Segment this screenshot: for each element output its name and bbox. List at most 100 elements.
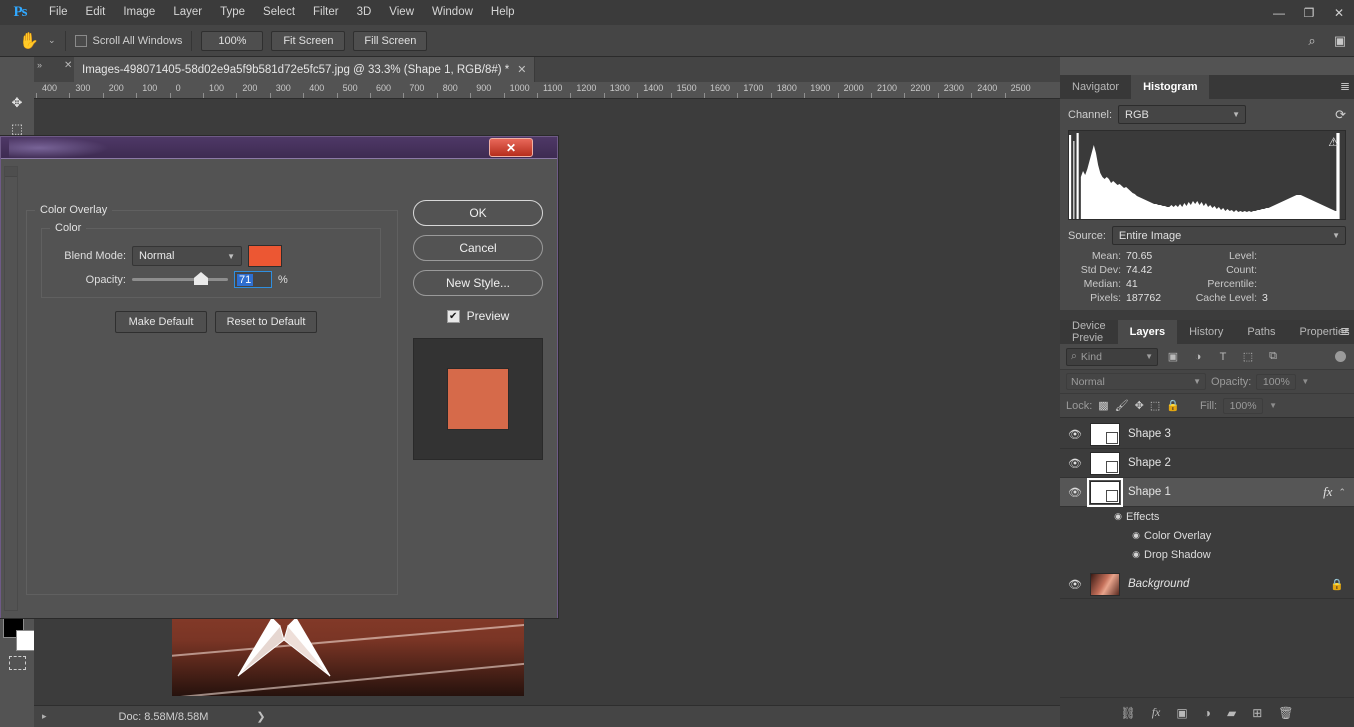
scroll-up-arrow[interactable] [5,167,17,177]
layer-name[interactable]: Shape 1 [1128,486,1171,498]
tab-history[interactable]: History [1177,320,1236,344]
effects-group[interactable]: ◉ Effects [1060,507,1354,526]
lock-icon[interactable]: 🔒 [1330,578,1354,591]
tool-preset-chevron-down-icon[interactable]: ⌄ [48,35,56,46]
effect-name-color-overlay[interactable]: Color Overlay [1144,530,1211,542]
warning-icon[interactable]: ⚠ [1328,135,1339,149]
menu-edit[interactable]: Edit [77,0,115,25]
lock-artboard-icon[interactable]: ⬚ [1150,399,1160,412]
menu-help[interactable]: Help [482,0,524,25]
type-filter-icon[interactable]: T [1213,348,1233,366]
close-button[interactable]: ✕ [1324,0,1354,25]
opacity-slider[interactable] [132,272,228,285]
status-chevron-icon[interactable]: ❯ [256,710,265,723]
chevron-down-icon[interactable]: ▼ [1301,377,1309,386]
chevron-down-icon[interactable]: ▼ [1269,401,1277,410]
new-layer-icon[interactable]: ⊞ [1252,706,1262,720]
lock-image-icon[interactable]: 🖌 [1115,399,1129,412]
scroll-all-windows-checkbox[interactable]: Scroll All Windows [74,34,182,47]
layer-visibility-icon[interactable]: 👁 [1060,457,1090,470]
horizontal-ruler[interactable]: 400 300 200 100 0 100 200 300 400 500 600 700 800 900… [34,82,1060,99]
new-style-button[interactable]: New Style... [413,270,543,296]
menu-filter[interactable]: Filter [304,0,348,25]
color-swatch[interactable] [248,245,282,267]
list-item[interactable]: ◉ Drop Shadow [1060,545,1354,564]
search-icon[interactable]: ⌕ [1298,28,1326,53]
layer-thumbnail[interactable] [1090,422,1120,446]
layer-visibility-icon[interactable]: 👁 [1060,578,1090,591]
zoom-100-button[interactable]: 100% [201,30,264,51]
menu-view[interactable]: View [380,0,423,25]
fit-screen-button[interactable]: Fit Screen [271,30,346,51]
menu-window[interactable]: Window [423,0,482,25]
layer-kind-filter[interactable]: ⌕ Kind ▼ [1066,347,1158,366]
lock-transparent-icon[interactable]: ▩ [1098,399,1108,412]
table-row[interactable]: 👁 Shape 2 [1060,449,1354,478]
layer-opacity-field[interactable]: 100% [1256,373,1297,390]
hand-tool-icon[interactable]: ✋ [12,26,46,56]
layer-blend-mode-select[interactable]: Normal ▼ [1066,373,1206,390]
checkbox-box[interactable] [74,34,87,47]
pixel-filter-icon[interactable]: ▣ [1163,348,1183,366]
lock-position-icon[interactable]: ✥ [1135,399,1144,412]
layer-fill-field[interactable]: 100% [1223,397,1264,414]
cancel-button[interactable]: Cancel [413,235,543,261]
tab-device-preview[interactable]: Device Previe [1060,320,1118,344]
link-layers-icon[interactable]: ⛓ [1120,706,1135,720]
delete-layer-icon[interactable]: 🗑 [1278,706,1293,720]
list-item[interactable]: ◉ Color Overlay [1060,526,1354,545]
slider-handle[interactable] [194,272,208,285]
effect-visibility-icon[interactable]: ◉ [1128,530,1144,541]
minimize-button[interactable]: — [1264,0,1294,25]
tab-histogram[interactable]: Histogram [1131,75,1210,99]
channel-select[interactable]: RGB ▼ [1118,105,1247,124]
shape-filter-icon[interactable]: ⬚ [1238,348,1258,366]
menu-image[interactable]: Image [114,0,164,25]
close-panel-icon[interactable]: ✕ [64,60,72,71]
dialog-title-bar[interactable]: ✕ [1,137,557,159]
source-select[interactable]: Entire Image ▼ [1111,226,1346,245]
add-mask-icon[interactable]: ▣ [1176,706,1187,720]
histogram-graph[interactable]: ⚠ [1068,130,1346,220]
menu-3d[interactable]: 3D [348,0,381,25]
refresh-icon[interactable]: ⟳ [1335,107,1346,123]
collapse-panels-icon[interactable]: » [37,60,42,70]
ok-button[interactable]: OK [413,200,543,226]
tab-paths[interactable]: Paths [1235,320,1288,344]
restore-button[interactable]: ❐ [1294,0,1324,25]
layer-name[interactable]: Shape 2 [1128,457,1171,469]
smart-object-filter-icon[interactable]: ⧉ [1263,348,1283,366]
layer-name[interactable]: Background [1128,578,1189,590]
document-tab[interactable]: Images-498071405-58d02e9a5f9b581d72e5fc5… [74,57,536,82]
close-icon[interactable]: ✕ [489,138,533,157]
filter-toggle[interactable] [1335,351,1346,362]
layer-thumbnail[interactable] [1087,477,1123,507]
layer-thumbnail[interactable] [1090,451,1120,475]
make-default-button[interactable]: Make Default [115,311,207,333]
layer-name[interactable]: Shape 3 [1128,428,1171,440]
blend-mode-select[interactable]: Normal ▼ [132,246,242,266]
close-icon[interactable]: ✕ [517,63,526,76]
tab-layers[interactable]: Layers [1117,320,1178,344]
quick-mask-icon[interactable] [0,651,34,675]
effects-list-scroll[interactable] [4,166,18,611]
reset-to-default-button[interactable]: Reset to Default [215,311,317,333]
new-group-icon[interactable]: ▰ [1227,706,1236,720]
layer-style-dialog[interactable]: ✕ Color Overlay Color Blend Mode: Normal [0,136,558,618]
chevron-up-icon[interactable]: ⌃ [1338,487,1354,498]
tab-navigator[interactable]: Navigator [1060,75,1132,99]
menu-layer[interactable]: Layer [164,0,211,25]
add-fx-icon[interactable]: fx [1152,705,1161,720]
panel-menu-icon[interactable]: ≣ [1340,79,1350,93]
lock-all-icon[interactable]: 🔒 [1166,399,1180,412]
effect-visibility-icon[interactable]: ◉ [1128,549,1144,560]
layer-visibility-icon[interactable]: 👁 [1060,486,1090,499]
menu-select[interactable]: Select [254,0,304,25]
panel-menu-icon[interactable]: ≣ [1340,324,1350,338]
fill-screen-button[interactable]: Fill Screen [353,30,428,51]
layer-thumbnail[interactable] [1090,572,1120,596]
menu-type[interactable]: Type [211,0,254,25]
effect-name-drop-shadow[interactable]: Drop Shadow [1144,549,1211,561]
table-row[interactable]: 👁 Shape 1 fx ⌃ [1060,477,1354,507]
table-row[interactable]: 👁 Background 🔒 [1060,570,1354,599]
